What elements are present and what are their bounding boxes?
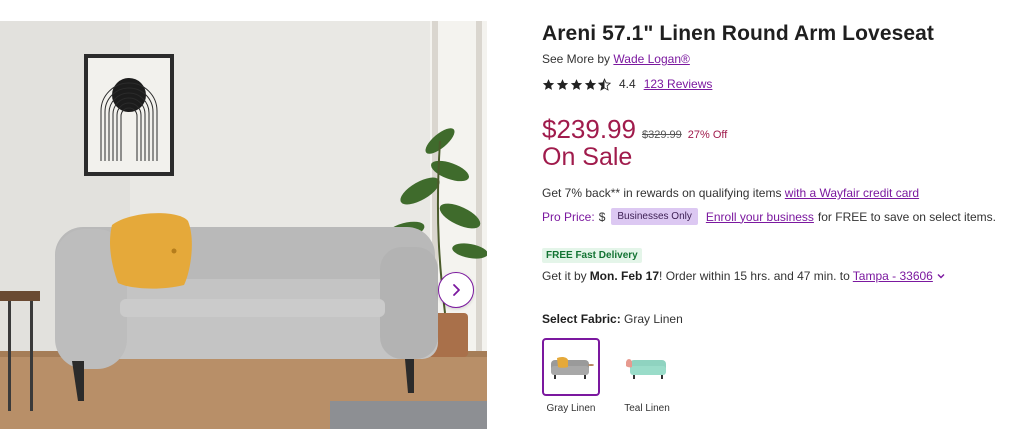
product-title: Areni 57.1" Linen Round Arm Loveseat <box>542 22 935 45</box>
sale-price: $239.99 <box>542 114 636 144</box>
price-row: $239.99 $329.99 27% Off <box>542 114 727 145</box>
pro-price-label: Pro Price: <box>542 209 595 224</box>
delivery-prefix: Get it by <box>542 269 587 283</box>
on-sale-label: On Sale <box>542 143 633 171</box>
star-icon <box>570 78 583 90</box>
chevron-right-icon <box>453 284 460 296</box>
gray-loveseat-thumbnail <box>551 356 594 379</box>
was-price: $329.99 <box>641 129 682 141</box>
pro-price-suffix: for FREE to save on select items. <box>817 209 996 224</box>
rewards-row: Get 7% back** in rewards on qualifying i… <box>542 186 919 200</box>
location-link[interactable]: Tampa - 33606 <box>853 269 933 283</box>
see-more-brand: See More by Wade Logan® <box>542 52 690 66</box>
fabric-label: Select Fabric: <box>542 312 621 326</box>
fabric-option-teal[interactable] <box>618 338 676 396</box>
teal-loveseat-thumbnail <box>626 359 666 379</box>
discount-percent: 27% Off <box>687 129 728 141</box>
fabric-selected: Gray Linen <box>624 312 683 326</box>
rating-value: 4.4 <box>619 77 636 91</box>
delivery-middle: ! Order within 15 hrs. and 47 min. to <box>659 269 850 283</box>
product-image[interactable] <box>0 21 487 429</box>
pro-price-row: Pro Price: $ Businesses Only Enroll your… <box>542 208 996 225</box>
star-half-icon <box>598 77 611 91</box>
delivery-estimate: Get it by Mon. Feb 17! Order within 15 h… <box>542 269 946 283</box>
brand-link[interactable]: Wade Logan® <box>613 52 689 66</box>
fabric-option-gray[interactable] <box>542 338 600 396</box>
fabric-selector-label: Select Fabric: Gray Linen <box>542 312 683 326</box>
credit-card-link[interactable]: with a Wayfair credit card <box>785 186 919 200</box>
rating-stars <box>542 77 611 91</box>
enroll-business-link[interactable]: Enroll your business <box>706 210 814 224</box>
reviews-link[interactable]: 123 Reviews <box>644 77 713 91</box>
chevron-down-icon[interactable] <box>936 271 946 281</box>
fabric-option-gray-label: Gray Linen <box>546 403 596 414</box>
star-icon <box>584 78 597 90</box>
next-image-button[interactable] <box>438 272 474 308</box>
free-delivery-badge: FREE Fast Delivery <box>542 248 642 263</box>
pro-price-dollar: $ <box>598 209 606 224</box>
see-more-prefix: See More by <box>542 52 611 66</box>
rating-row: 4.4 123 Reviews <box>542 77 712 91</box>
rewards-text: Get 7% back** in rewards on qualifying i… <box>542 186 782 200</box>
star-icon <box>542 78 555 90</box>
fabric-option-teal-label: Teal Linen <box>624 403 670 414</box>
delivery-date: Mon. Feb 17 <box>589 269 660 283</box>
star-icon <box>556 78 569 90</box>
businesses-only-badge: Businesses Only <box>611 208 698 225</box>
